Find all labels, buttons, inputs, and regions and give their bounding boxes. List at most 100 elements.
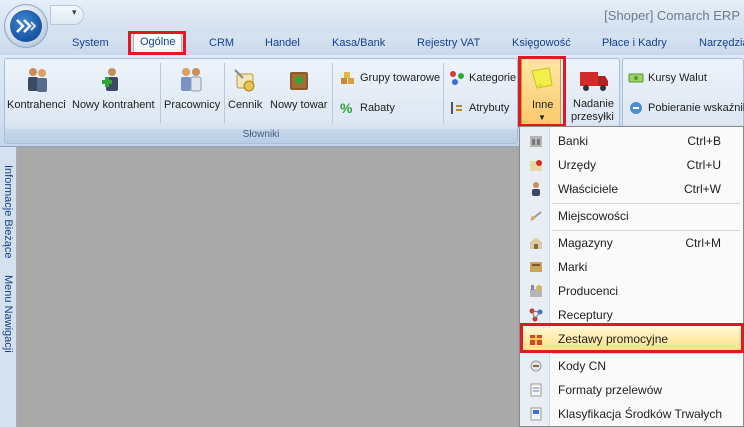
inne-dropdown-arrow-icon: ▼: [538, 113, 546, 122]
menu-item-banki[interactable]: Banki Ctrl+B: [520, 130, 743, 152]
menu-item-label: Receptury: [558, 308, 613, 322]
cn-codes-icon: [530, 360, 542, 372]
application-menu-button[interactable]: [4, 4, 48, 48]
tab-narzedzia[interactable]: Narzędzia: [699, 37, 744, 49]
inne-dropdown-menu: Banki Ctrl+B Urzędy Ctrl+U Właściciele C…: [519, 126, 744, 427]
rabaty-label: Rabaty: [360, 102, 395, 114]
menu-item-label: Marki: [558, 260, 588, 274]
menu-item-magazyny[interactable]: Magazyny Ctrl+M: [520, 232, 743, 254]
menu-item-zestawy-promocyjne[interactable]: Zestawy promocyjne: [520, 328, 743, 350]
tab-system[interactable]: System: [72, 37, 109, 49]
tab-ksiegowosc[interactable]: Księgowość: [512, 37, 571, 49]
menu-item-receptury[interactable]: Receptury: [520, 304, 743, 326]
sticky-note-icon: [531, 67, 553, 89]
tab-rejestry-vat[interactable]: Rejestry VAT: [417, 37, 480, 49]
kursy-walut-label: Kursy Walut: [648, 72, 707, 84]
office-icon: [530, 160, 542, 171]
menu-item-kody-cn[interactable]: Kody CN: [520, 355, 743, 377]
localities-icon: [530, 211, 542, 221]
tab-kasa-bank[interactable]: Kasa/Bank: [332, 37, 385, 49]
window-title: [Shoper] Comarch ERP: [604, 8, 740, 23]
kontrahenci-label: Kontrahenci: [7, 99, 66, 111]
menu-item-urzedy[interactable]: Urzędy Ctrl+U: [520, 154, 743, 176]
menu-item-label: Banki: [558, 134, 589, 148]
menu-item-label: Urzędy: [558, 158, 597, 172]
employees-icon: [181, 68, 202, 92]
informacje-biezace-tab[interactable]: Informacje Bieżące: [2, 165, 14, 259]
menu-item-label: Klasyfikacja Środków Trwałych: [558, 407, 723, 421]
currency-rates-icon: [628, 73, 644, 83]
atrybuty-button[interactable]: Atrybuty: [449, 100, 509, 116]
ribbon-separator: [332, 63, 333, 123]
menu-item-label: Zestawy promocyjne: [558, 332, 669, 346]
grupy-towarowe-button[interactable]: Grupy towarowe: [340, 70, 440, 86]
recipes-icon: [529, 308, 543, 322]
menu-item-label: Miejscowości: [558, 209, 629, 223]
categories-icon: [450, 71, 464, 85]
menu-item-klasyfikacja-srodkow-trwalych[interactable]: Klasyfikacja Środków Trwałych: [520, 403, 743, 425]
menu-item-formaty-przelewow[interactable]: Formaty przelewów: [520, 379, 743, 401]
delivery-truck-icon: [580, 72, 608, 91]
menu-item-wlasciciele[interactable]: Właściciele Ctrl+W: [520, 178, 743, 200]
menu-separator: [552, 353, 740, 354]
menu-item-label: Formaty przelewów: [558, 383, 663, 397]
menu-item-producenci[interactable]: Producenci: [520, 280, 743, 302]
new-contact-icon: [102, 68, 118, 91]
inne-button[interactable]: Inne ▼: [521, 58, 561, 126]
ribbon-separator: [160, 63, 161, 123]
pobieranie-label: Pobieranie wskaźnik: [648, 102, 744, 114]
menu-item-shortcut: Ctrl+U: [686, 158, 721, 172]
kategorie-button[interactable]: Kategorie: [449, 70, 516, 86]
grupy-towarowe-label: Grupy towarowe: [360, 72, 441, 84]
download-indicators-icon: [630, 102, 642, 114]
menu-item-shortcut: Ctrl+M: [685, 236, 721, 250]
quick-access-toolbar[interactable]: [50, 5, 84, 25]
kursy-walut-button[interactable]: Kursy Walut: [628, 70, 707, 86]
menu-item-miejscowosci[interactable]: Miejscowości: [520, 205, 743, 227]
tab-place-i-kadry[interactable]: Płace i Kadry: [602, 37, 667, 49]
product-groups-icon: [341, 72, 354, 84]
transfer-formats-icon: [530, 383, 542, 397]
menu-item-marki[interactable]: Marki: [520, 256, 743, 278]
producers-icon: [530, 285, 542, 297]
new-product-icon: [290, 72, 308, 90]
price-list-icon: [234, 69, 255, 92]
cennik-label: Cennik: [228, 99, 263, 111]
menu-item-label: Magazyny: [558, 236, 613, 250]
ribbon-separator: [443, 63, 444, 123]
inne-label: Inne: [532, 99, 554, 111]
ribbon-group-label: Słowniki: [5, 129, 517, 143]
tab-crm[interactable]: CRM: [209, 37, 234, 49]
promo-sets-icon: [530, 335, 542, 345]
owners-icon: [532, 182, 540, 196]
ribbon-separator: [224, 63, 225, 123]
pracownicy-label: Pracownicy: [164, 99, 221, 111]
menu-item-label: Właściciele: [558, 182, 619, 196]
tab-handel[interactable]: Handel: [265, 37, 300, 49]
fixed-assets-icon: [530, 407, 542, 421]
percent-icon: %: [340, 100, 353, 116]
kategorie-label: Kategorie: [469, 72, 517, 84]
menu-item-label: Producenci: [558, 284, 619, 298]
menu-separator: [552, 230, 740, 231]
brands-icon: [530, 262, 542, 272]
attributes-icon: [451, 102, 462, 114]
rabaty-button[interactable]: % Rabaty: [340, 100, 395, 116]
nowy-towar-label: Nowy towar: [270, 99, 328, 111]
left-side-panel: Informacje Bieżące Menu Nawigacji: [0, 147, 17, 427]
nadanie-label-line1: Nadanie: [573, 98, 614, 110]
menu-nawigacji-tab[interactable]: Menu Nawigacji: [2, 275, 14, 353]
contacts-icon: [28, 68, 47, 92]
app-logo-icon: [10, 10, 42, 42]
ribbon-tabs: System Ogólne CRM Handel Kasa/Bank Rejes…: [0, 33, 744, 55]
nowy-kontrahent-label: Nowy kontrahent: [72, 99, 155, 111]
nadanie-label-line2: przesyłki: [571, 111, 614, 123]
pobieranie-wskaznikow-button[interactable]: Pobieranie wskaźnik: [628, 100, 744, 116]
warehouse-icon: [530, 238, 542, 249]
atrybuty-label: Atrybuty: [469, 102, 510, 114]
tab-ogolne[interactable]: Ogólne: [133, 33, 183, 55]
menu-item-shortcut: Ctrl+B: [687, 134, 721, 148]
menu-separator: [552, 203, 740, 204]
bank-icon: [530, 136, 542, 147]
quick-access-dropdown-icon[interactable]: ▾: [72, 7, 77, 18]
